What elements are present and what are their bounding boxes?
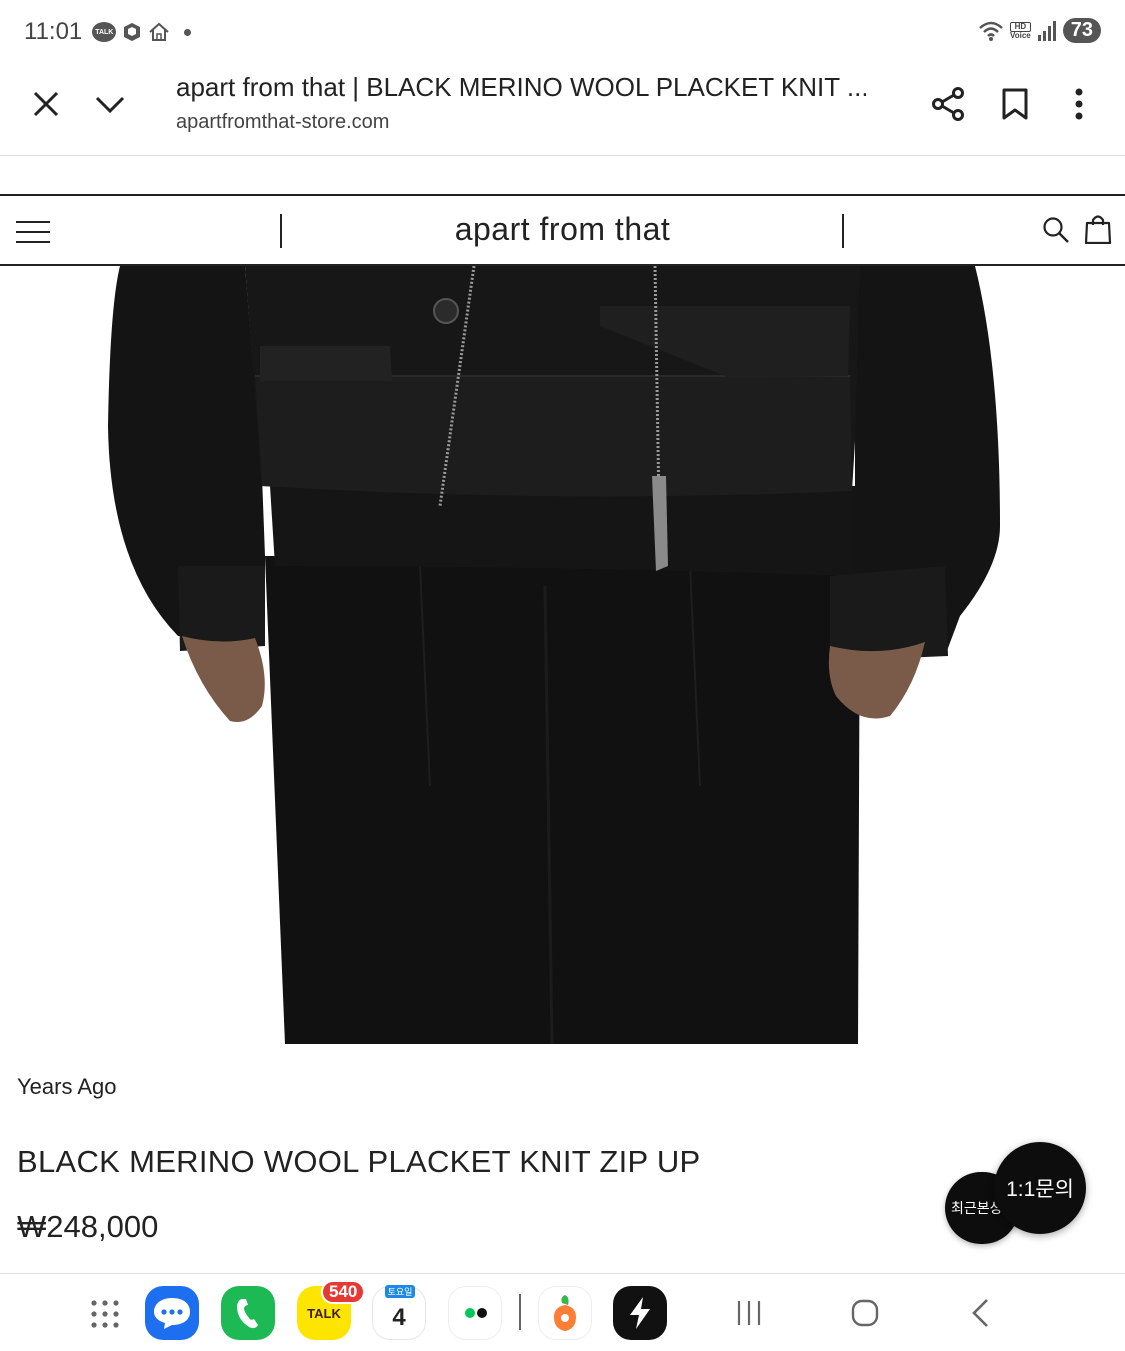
home-button-icon[interactable] xyxy=(850,1298,880,1328)
page-title[interactable]: apart from that | BLACK MERINO WOOL PLAC… xyxy=(176,72,866,103)
status-system-icons: HD Voice 73 xyxy=(978,18,1101,43)
hd-voice-icon: HD Voice xyxy=(1010,21,1031,40)
product-image[interactable] xyxy=(0,266,1125,1044)
phone-app-icon[interactable] xyxy=(221,1286,275,1340)
carrot-icon xyxy=(554,1295,576,1331)
recent-apps-icon[interactable] xyxy=(736,1300,762,1326)
one-to-one-inquiry-button[interactable]: 1:1문의 xyxy=(994,1142,1086,1234)
home-notification-icon xyxy=(149,22,169,41)
phone-icon xyxy=(237,1299,258,1329)
more-options-icon[interactable] xyxy=(1068,86,1090,122)
product-photo xyxy=(108,266,1000,1044)
carrot-market-app-icon[interactable] xyxy=(538,1286,592,1340)
product-price: ₩248,000 xyxy=(17,1209,159,1244)
site-header: apart from that xyxy=(0,194,1125,266)
page-url[interactable]: apartfromthat-store.com xyxy=(176,111,389,134)
battery-indicator: 73 xyxy=(1062,18,1101,43)
kakaotalk-unread-badge: 540 xyxy=(321,1280,366,1304)
calendar-day: 4 xyxy=(392,1304,406,1331)
status-time: 11:01 xyxy=(24,18,83,45)
kakaotalk-label: TALK xyxy=(307,1305,341,1321)
status-notification-icons: TALK xyxy=(92,22,192,42)
site-logo[interactable]: apart from that xyxy=(0,211,1125,248)
share-icon[interactable] xyxy=(930,86,966,122)
mini-apps-icon xyxy=(465,1308,487,1318)
product-name: BLACK MERINO WOOL PLACKET KNIT ZIP UP xyxy=(17,1144,701,1179)
kakaotalk-app-icon[interactable]: TALK 540 xyxy=(297,1280,366,1340)
lightning-icon xyxy=(630,1297,650,1329)
calendar-weekday: 토요일 xyxy=(385,1285,415,1298)
navigation-bar: TALK 540 토요일 4 xyxy=(0,1273,1125,1351)
bookmark-icon[interactable] xyxy=(1000,87,1030,121)
hamburger-menu-icon[interactable] xyxy=(16,220,50,244)
messages-app-icon[interactable] xyxy=(145,1286,199,1340)
app-drawer-icon[interactable] xyxy=(90,1299,120,1329)
wifi-icon xyxy=(979,21,1003,41)
back-button-icon[interactable] xyxy=(968,1298,994,1328)
taskbar-divider xyxy=(519,1294,521,1330)
search-icon[interactable] xyxy=(1042,216,1070,244)
status-bar: 11:01 TALK HD Voice 73 xyxy=(0,0,1125,64)
chevron-down-icon[interactable] xyxy=(94,90,126,118)
cube-notification-icon xyxy=(124,23,141,41)
more-notifications-dot-icon xyxy=(184,28,192,36)
folder-app-icon[interactable] xyxy=(448,1286,502,1340)
kakaotalk-notification-icon: TALK xyxy=(92,22,117,42)
product-brand[interactable]: Years Ago xyxy=(17,1074,117,1100)
chat-bubble-icon xyxy=(154,1298,190,1329)
close-icon[interactable] xyxy=(30,88,62,120)
browser-toolbar: apart from that | BLACK MERINO WOOL PLAC… xyxy=(0,64,1125,156)
calendar-app-icon[interactable]: 토요일 4 xyxy=(372,1285,426,1340)
header-divider-left xyxy=(280,214,282,248)
header-divider-right xyxy=(842,214,844,248)
flash-app-icon[interactable] xyxy=(613,1286,667,1340)
signal-icon xyxy=(1037,20,1056,41)
shopping-bag-icon[interactable] xyxy=(1084,214,1112,244)
